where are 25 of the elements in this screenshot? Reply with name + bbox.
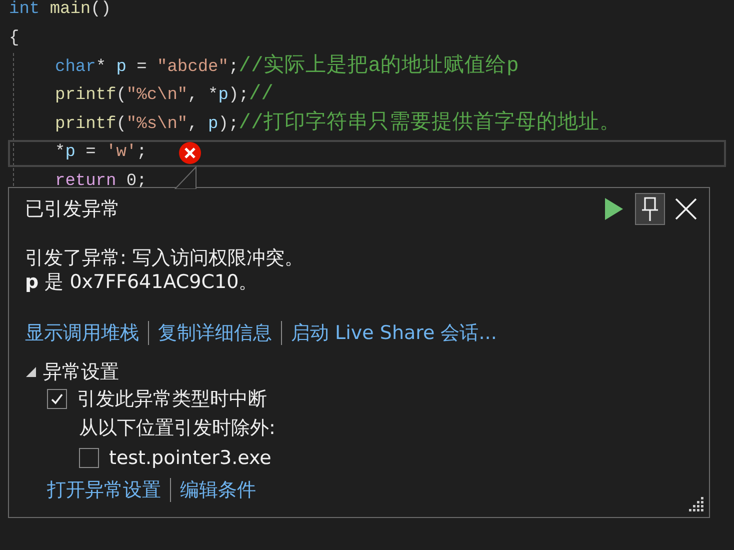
section-header: 异常设置 xyxy=(43,360,119,385)
action-link[interactable]: 显示调用堆栈 xyxy=(25,320,139,346)
checkbox[interactable] xyxy=(79,448,99,468)
settings-link[interactable]: 编辑条件 xyxy=(180,476,256,502)
checkbox-label: 引发此异常类型时中断 xyxy=(77,386,267,412)
expanded-arrow-icon[interactable] xyxy=(25,366,37,378)
settings-link[interactable]: 打开异常设置 xyxy=(47,476,161,502)
exception-message: 引发了异常: 写入访问权限冲突。 xyxy=(25,246,304,270)
code-line: return 0; xyxy=(55,170,147,193)
code-line: { xyxy=(9,28,20,48)
popup-title: 已引发异常 xyxy=(25,197,121,222)
code-line: char* p = "abcde";//实际上是把a的地址赋值给p xyxy=(55,52,519,80)
code-line: printf("%s\n", p);//打印字符串只需要提供首字母的地址。 xyxy=(55,110,620,137)
action-link[interactable]: 复制详细信息 xyxy=(158,320,272,346)
checkbox-label: test.pointer3.exe xyxy=(109,446,272,469)
code-line: *p = 'w'; xyxy=(55,142,147,164)
action-link[interactable]: 启动 Live Share 会话... xyxy=(291,320,497,346)
checkbox[interactable] xyxy=(47,388,67,409)
code-line: int main() xyxy=(9,0,112,19)
resize-grip-icon[interactable] xyxy=(687,495,705,513)
pin-button[interactable] xyxy=(635,193,665,225)
code-line: printf("%c\n", *p);// xyxy=(55,82,274,108)
exception-note: 从以下位置引发时除外: xyxy=(79,416,276,442)
error-icon[interactable] xyxy=(178,142,201,164)
exception-message: p 是 0x7FF641AC9C10。 xyxy=(25,270,259,294)
